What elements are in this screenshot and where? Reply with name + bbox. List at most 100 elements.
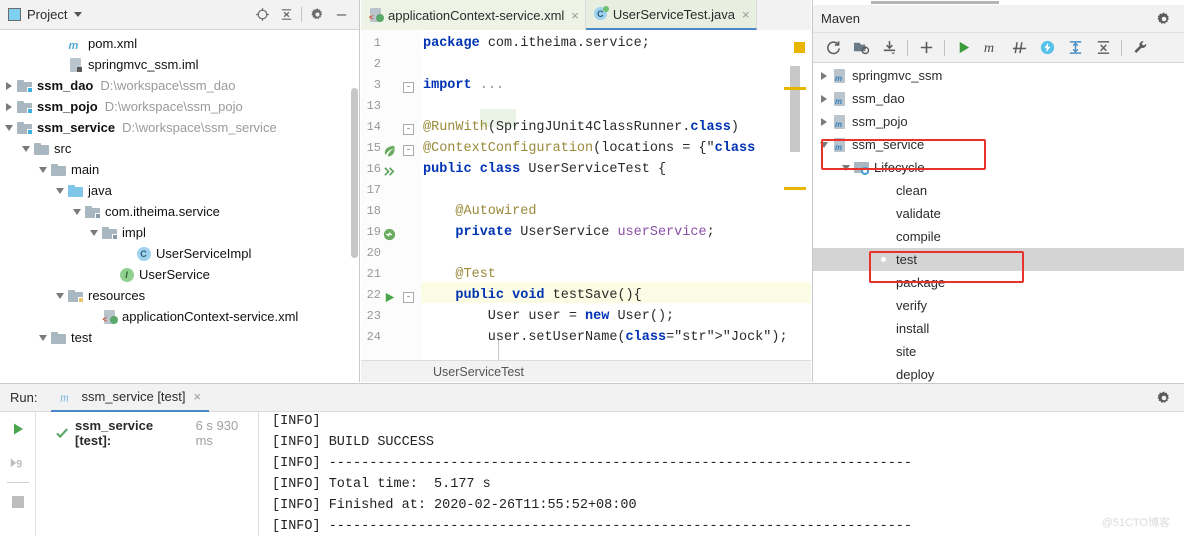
chevron-down-icon[interactable]: [70, 208, 84, 215]
editor-scrollbar[interactable]: [790, 66, 800, 152]
maven-tree-item[interactable]: package: [813, 271, 1184, 294]
gear-icon[interactable]: [1156, 390, 1172, 409]
project-tree-item[interactable]: C UserServiceImpl: [0, 243, 359, 264]
maven-tree-item[interactable]: clean: [813, 179, 1184, 202]
maven-tree-item[interactable]: compile: [813, 225, 1184, 248]
autowired-navigate-icon[interactable]: [383, 228, 397, 242]
generate-sources-icon[interactable]: [847, 35, 875, 61]
run-test-class-icon[interactable]: [383, 165, 397, 179]
chevron-right-icon[interactable]: [817, 117, 831, 126]
stop-icon[interactable]: [0, 485, 36, 519]
maven-goal-icon: [875, 322, 892, 335]
project-tree-item[interactable]: impl: [0, 222, 359, 243]
execute-goal-icon[interactable]: [1033, 35, 1061, 61]
editor-tab[interactable]: < applicationContext-service.xml ×: [361, 0, 586, 30]
maven-tree-item[interactable]: validate: [813, 202, 1184, 225]
code-editor[interactable]: 1 2 3 13 14 15 16 17 18 19 20 21 22 23 24- - - - package …: [361, 30, 811, 360]
tree-item-label: ssm_dao: [37, 78, 94, 93]
chevron-down-icon[interactable]: [74, 12, 83, 17]
breadcrumb[interactable]: UserServiceTest: [361, 360, 811, 382]
maven-tree-item[interactable]: install: [813, 317, 1184, 340]
run-test-method-icon[interactable]: [383, 291, 397, 305]
collapse-icon[interactable]: [1061, 35, 1089, 61]
project-tree-item[interactable]: ssm_dao D:\workspace\ssm_dao: [0, 75, 359, 96]
project-tree[interactable]: m pom.xml springmvc_ssm.iml ssm_dao D:\works…: [0, 31, 359, 382]
chevron-right-icon[interactable]: [2, 81, 16, 90]
test-result-row[interactable]: ssm_service [test]: 6 s 930 ms: [37, 418, 258, 448]
maven-m-icon[interactable]: m: [977, 35, 1005, 61]
run-test-tree[interactable]: ssm_service [test]: 6 s 930 ms: [37, 412, 259, 536]
wrench-icon[interactable]: [1126, 35, 1154, 61]
maven-tree-item[interactable]: m ssm_service: [813, 133, 1184, 156]
project-tree-item[interactable]: ssm_pojo D:\workspace\ssm_pojo: [0, 96, 359, 117]
maven-goal-icon: [875, 230, 892, 243]
close-icon[interactable]: ×: [571, 9, 579, 22]
skip-tests-icon[interactable]: [1005, 35, 1033, 61]
project-tree-item[interactable]: java: [0, 180, 359, 201]
close-icon[interactable]: ×: [742, 8, 750, 21]
tree-item-label: test: [71, 330, 92, 345]
maven-goal-icon: [875, 253, 892, 266]
close-icon[interactable]: ×: [194, 389, 202, 404]
chevron-right-icon[interactable]: [2, 102, 16, 111]
maven-tree-item[interactable]: m ssm_pojo: [813, 110, 1184, 133]
chevron-down-icon[interactable]: [53, 292, 67, 299]
download-sources-icon[interactable]: [875, 35, 903, 61]
editor-tab[interactable]: C UserServiceTest.java ×: [585, 0, 757, 30]
project-tree-item[interactable]: com.itheima.service: [0, 201, 359, 222]
reload-icon[interactable]: [819, 35, 847, 61]
console-output[interactable]: [INFO] [INFO] BUILD SUCCESS [INFO] -------…: [260, 412, 1184, 536]
project-tree-item[interactable]: src: [0, 138, 359, 159]
project-tree-item[interactable]: < applicationContext-service.xml: [0, 306, 359, 327]
spring-bean-icon[interactable]: [383, 144, 397, 158]
maven-tree-item[interactable]: m ssm_dao: [813, 87, 1184, 110]
chevron-down-icon[interactable]: [36, 334, 50, 341]
maven-tree-item[interactable]: site: [813, 340, 1184, 363]
project-tree-item[interactable]: test: [0, 327, 359, 348]
maven-tree-item[interactable]: deploy: [813, 363, 1184, 382]
maven-tree-item[interactable]: m springmvc_ssm: [813, 64, 1184, 87]
project-tree-item[interactable]: resources: [0, 285, 359, 306]
chevron-right-icon[interactable]: [817, 71, 831, 80]
run-left-toolbar[interactable]: 9: [0, 412, 36, 536]
maven-tree-item[interactable]: test: [813, 248, 1184, 271]
locate-icon[interactable]: [250, 3, 274, 27]
editor-gutter[interactable]: 1 2 3 13 14 15 16 17 18 19 20 21 22 23 24- - - -: [361, 30, 421, 360]
run-tab[interactable]: m ssm_service [test] ×: [51, 383, 210, 412]
chevron-down-icon[interactable]: [2, 124, 16, 131]
project-tree-scrollbar[interactable]: [351, 88, 358, 258]
chevron-down-icon[interactable]: [36, 166, 50, 173]
project-tree-item[interactable]: main: [0, 159, 359, 180]
minimize-icon[interactable]: [329, 3, 353, 27]
tree-item-label: ssm_pojo: [37, 99, 98, 114]
chevron-down-icon[interactable]: [53, 187, 67, 194]
gear-icon[interactable]: [305, 3, 329, 27]
project-tree-item[interactable]: springmvc_ssm.iml: [0, 54, 359, 75]
collapse-all-icon[interactable]: [274, 3, 298, 27]
fold-toggle-icon[interactable]: -: [403, 124, 414, 135]
fold-toggle-icon[interactable]: -: [403, 292, 414, 303]
expand-icon[interactable]: [1089, 35, 1117, 61]
tree-item-path: D:\workspace\ssm_service: [122, 120, 277, 135]
chevron-down-icon[interactable]: [87, 229, 101, 236]
project-tree-item[interactable]: I UserService: [0, 264, 359, 285]
rerun-failed-icon[interactable]: 9: [0, 446, 36, 480]
maven-item-label: clean: [896, 183, 928, 198]
chevron-down-icon[interactable]: [839, 164, 853, 171]
gear-icon[interactable]: [1152, 7, 1176, 31]
maven-tree[interactable]: m springmvc_ssm m ssm_dao m ssm_pojo m ssm_serv…: [813, 64, 1184, 382]
code-line: @ContextConfiguration(locations = {"clas…: [423, 141, 756, 156]
project-tree-item[interactable]: ssm_service D:\workspace\ssm_service: [0, 117, 359, 138]
rerun-icon[interactable]: [0, 412, 36, 446]
chevron-down-icon[interactable]: [19, 145, 33, 152]
chevron-down-icon[interactable]: [817, 141, 831, 148]
run-icon[interactable]: [949, 35, 977, 61]
project-tree-item[interactable]: m pom.xml: [0, 33, 359, 54]
fold-toggle-icon[interactable]: -: [403, 145, 414, 156]
add-icon[interactable]: [912, 35, 940, 61]
maven-tree-item[interactable]: Lifecycle: [813, 156, 1184, 179]
chevron-right-icon[interactable]: [817, 94, 831, 103]
maven-tree-item[interactable]: verify: [813, 294, 1184, 317]
maven-toolbar[interactable]: m: [813, 33, 1184, 63]
fold-toggle-icon[interactable]: -: [403, 82, 414, 93]
